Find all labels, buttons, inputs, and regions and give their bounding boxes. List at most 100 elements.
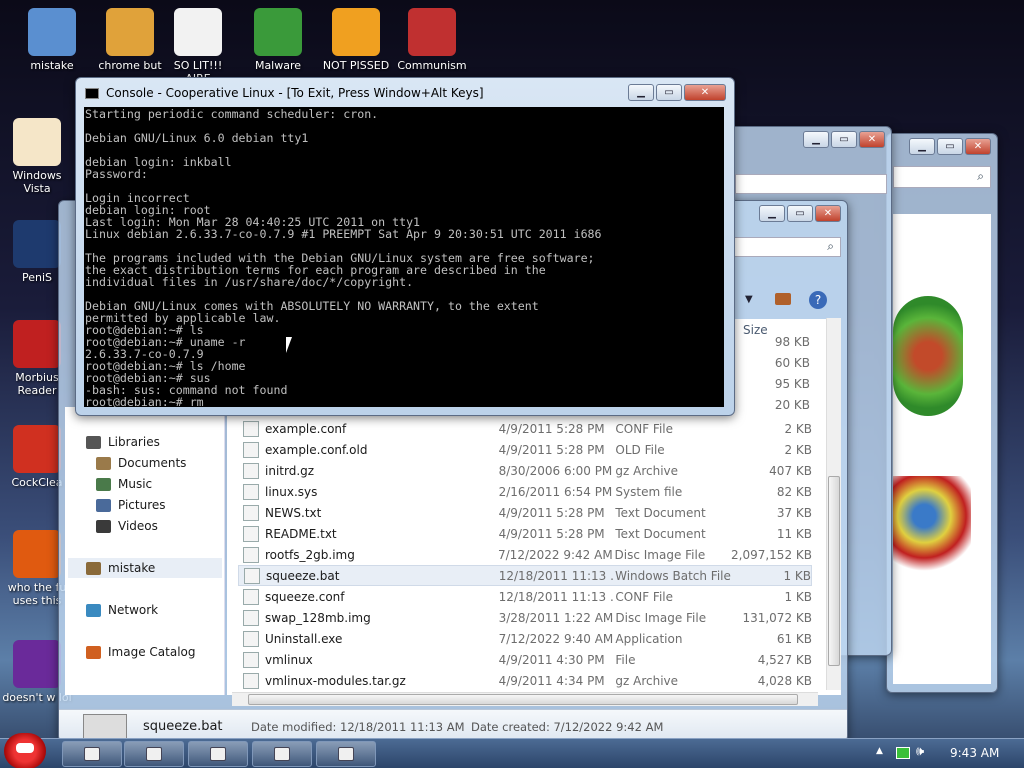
view-options-icon[interactable]: ▼ <box>745 294 753 305</box>
nav-item[interactable]: Documents <box>96 456 186 470</box>
nav-item[interactable]: mistake <box>68 558 222 578</box>
minimize-button[interactable]: ▁ <box>628 84 654 101</box>
pictures-icon <box>96 498 111 512</box>
desktop-icon[interactable]: NOT PISSED <box>318 8 394 72</box>
file-row[interactable]: example.conf 4/9/2011 5:28 PM CONF File 2 K… <box>238 418 812 439</box>
desktop-icon[interactable]: mistake <box>14 8 90 72</box>
file-name: NEWS.txt <box>265 505 322 520</box>
file-name: README.txt <box>265 526 337 541</box>
notepad-icon <box>274 747 290 761</box>
bad-piggies-icon <box>332 8 380 56</box>
file-icon <box>243 504 259 521</box>
nav-item[interactable]: Libraries <box>86 435 160 449</box>
file-row[interactable]: rootfs_2gb.img 7/12/2022 9:42 AM Disc Imag… <box>238 544 812 565</box>
file-size-cell: 20 KB <box>774 398 810 412</box>
console-title: Console - Cooperative Linux - [To Exit, … <box>106 86 484 100</box>
taskbar-button[interactable] <box>316 741 376 767</box>
taskbar-button[interactable] <box>62 741 122 767</box>
file-type: gz Archive <box>615 673 679 688</box>
start-button[interactable] <box>4 733 46 768</box>
nav-item[interactable]: Pictures <box>96 498 166 512</box>
show-hidden-icons-icon[interactable]: ▲ <box>876 746 883 756</box>
taskbar-button[interactable] <box>252 741 312 767</box>
image-catalog-icon <box>86 645 101 659</box>
file-date: 4/9/2011 5:28 PM <box>498 505 605 520</box>
close-button[interactable]: ✕ <box>965 138 991 155</box>
file-row[interactable]: squeeze.conf 12/18/2011 11:13 ... CONF Fil… <box>238 586 812 607</box>
maximize-button[interactable]: ▭ <box>656 84 682 101</box>
desktop-icon-label: mistake <box>30 59 74 72</box>
help-icon[interactable]: ? <box>809 291 827 309</box>
file-type: Disc Image File <box>614 547 706 562</box>
minimize-button[interactable]: ▁ <box>803 131 829 148</box>
file-icon <box>244 567 260 584</box>
file-row[interactable]: swap_128mb.img 3/28/2011 1:22 AM Disc Imag… <box>238 607 812 628</box>
file-size: 2 KB <box>784 421 812 436</box>
desktop-icon[interactable]: Windows Vista <box>0 118 74 195</box>
file-row[interactable]: squeeze.bat 12/18/2011 11:13 ... Windows B… <box>238 565 812 586</box>
mouse-pointer-icon <box>286 337 292 353</box>
background-window-3[interactable]: ▁ ▭ ✕ ⌕ <box>886 133 998 693</box>
file-name: vmlinux-modules.tar.gz <box>265 673 406 688</box>
file-row[interactable]: NEWS.txt 4/9/2011 5:28 PM Text Document 37 … <box>238 502 812 523</box>
taskbar-button[interactable] <box>188 741 248 767</box>
details-date-modified: Date modified: 12/18/2011 11:13 AM <box>251 720 465 734</box>
file-size: 11 KB <box>776 526 812 541</box>
file-date: 8/30/2006 6:00 PM <box>498 463 613 478</box>
maximize-button[interactable]: ▭ <box>831 131 857 148</box>
file-type: Application <box>615 631 683 646</box>
file-size-cell: 98 KB <box>774 335 810 349</box>
angry-bird-start-icon <box>16 743 34 753</box>
nav-item[interactable]: Network <box>86 603 158 617</box>
file-name: squeeze.conf <box>265 589 345 604</box>
network-tray-icon[interactable] <box>896 747 910 759</box>
file-icon <box>243 651 259 668</box>
file-date: 4/9/2011 4:30 PM <box>498 652 605 667</box>
file-date: 2/16/2011 6:54 PM <box>498 484 613 499</box>
file-row[interactable]: vmlinux-modules.tar.gz 4/9/2011 4:34 PM gz… <box>238 670 812 691</box>
file-type: Text Document <box>615 526 706 541</box>
minimize-button[interactable]: ▁ <box>909 138 935 155</box>
search-icon[interactable]: ⌕ <box>977 169 984 184</box>
maximize-button[interactable]: ▭ <box>937 138 963 155</box>
scrollbar-thumb-horizontal[interactable] <box>248 694 798 705</box>
console-output[interactable]: Starting periodic command scheduler: cro… <box>84 107 724 407</box>
file-row[interactable]: Uninstall.exe 7/12/2022 9:40 AM Applicatio… <box>238 628 812 649</box>
file-date: 3/28/2011 1:22 AM <box>498 610 614 625</box>
vertical-scrollbar[interactable] <box>826 318 841 690</box>
console-line: Password: <box>85 167 148 181</box>
maximize-button[interactable]: ▭ <box>787 205 813 222</box>
desktop-icon[interactable]: SO LIT!!! AIRE <box>160 8 236 85</box>
file-row[interactable]: linux.sys 2/16/2011 6:54 PM System file 82 … <box>238 481 812 502</box>
file-icon <box>243 441 259 458</box>
taskbar-button[interactable] <box>124 741 184 767</box>
file-row[interactable]: initrd.gz 8/30/2006 6:00 PM gz Archive 407 … <box>238 460 812 481</box>
horizontal-scrollbar[interactable] <box>232 692 818 706</box>
minimize-button[interactable]: ▁ <box>759 205 785 222</box>
desktop-icon[interactable]: Communism <box>394 8 470 72</box>
scrollbar-thumb[interactable] <box>828 476 840 666</box>
file-row[interactable]: vmlinux 4/9/2011 4:30 PM File 4,527 KB <box>238 649 812 670</box>
file-type: CONF File <box>615 421 673 436</box>
file-type: OLD File <box>615 442 665 457</box>
file-icon <box>243 546 259 563</box>
volume-icon[interactable]: 🕪 <box>916 744 924 759</box>
desktop-icon[interactable]: Malware <box>240 8 316 72</box>
nav-item[interactable]: Music <box>96 477 152 491</box>
file-icon <box>243 420 259 437</box>
search-icon[interactable]: ⌕ <box>827 239 834 254</box>
close-button[interactable]: ✕ <box>815 205 841 222</box>
file-row[interactable]: example.conf.old 4/9/2011 5:28 PM OLD File… <box>238 439 812 460</box>
close-button[interactable]: ✕ <box>859 131 885 148</box>
file-thumbnail-icon <box>83 714 127 740</box>
nav-item[interactable]: Videos <box>96 519 158 533</box>
file-date: 4/9/2011 5:28 PM <box>498 421 605 436</box>
nav-item[interactable]: Image Catalog <box>86 645 195 659</box>
clock[interactable]: 9:43 AM <box>950 746 999 760</box>
file-row[interactable]: README.txt 4/9/2011 5:28 PM Text Document 1… <box>238 523 812 544</box>
close-button[interactable]: ✕ <box>684 84 726 101</box>
preview-pane-icon[interactable] <box>775 293 791 305</box>
desktop-icon[interactable]: chrome but <box>92 8 168 72</box>
console-line: Linux debian 2.6.33.7-co-0.7.9 #1 PREEMP… <box>85 227 602 241</box>
file-size: 37 KB <box>776 505 812 520</box>
